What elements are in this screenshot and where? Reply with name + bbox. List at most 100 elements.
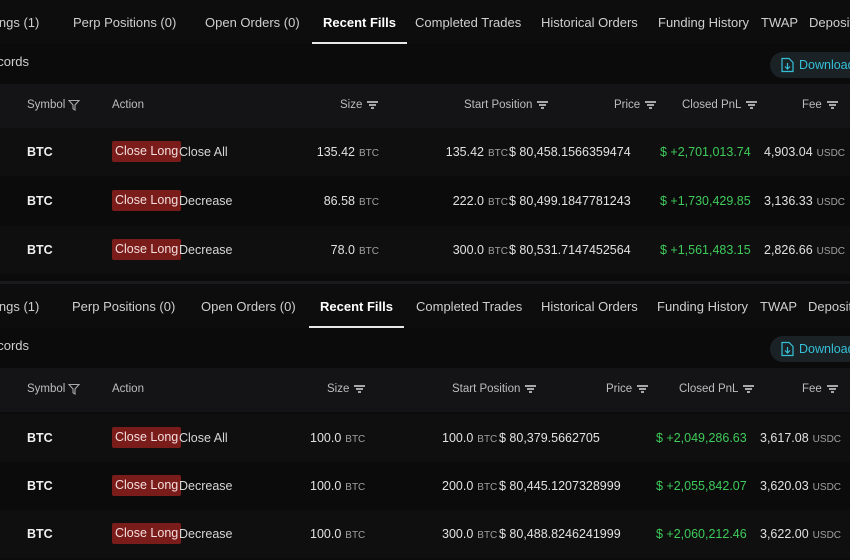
col-start-position-label: Start Position: [452, 383, 521, 395]
price-cell: $ 80,445.1207328999: [499, 479, 621, 493]
tab-bar: ings (1) Perp Positions (0) Open Orders …: [0, 0, 850, 44]
tab-perp-positions[interactable]: Perp Positions (0): [72, 284, 175, 328]
sort-icon[interactable]: [826, 384, 838, 393]
close-long-badge: Close Long: [112, 141, 182, 162]
size-value: 78.0: [330, 243, 355, 257]
sort-icon[interactable]: [645, 100, 657, 109]
tab-deposits[interactable]: Deposits: [808, 284, 850, 328]
size-value: 135.42: [316, 145, 355, 159]
col-price-label: Price: [606, 383, 633, 395]
start-unit: BTC: [488, 246, 508, 257]
fee-cell: 3,136.33 USDC: [764, 194, 845, 208]
sort-icon[interactable]: [743, 384, 755, 393]
size-cell: 135.42 BTC: [317, 145, 379, 159]
col-closed-pnl-label: Closed PnL: [682, 99, 742, 111]
records-label: ecords: [0, 54, 30, 69]
tab-twap[interactable]: TWAP: [760, 284, 797, 328]
start-position-cell: 200.0 BTC: [442, 479, 497, 493]
price-cell: $ 80,458.1566359474: [509, 145, 631, 159]
tab-recent-fills[interactable]: Recent Fills: [309, 284, 404, 328]
col-closed-pnl-label: Closed PnL: [679, 383, 739, 395]
col-start-position-label: Start Position: [464, 99, 533, 111]
sort-icon[interactable]: [826, 100, 838, 109]
tab-twap[interactable]: TWAP: [761, 0, 798, 44]
col-start-position[interactable]: Start Position: [452, 383, 537, 395]
close-long-badge: Close Long: [112, 523, 182, 544]
download-label: Download: [799, 342, 850, 356]
symbol-cell: BTC: [27, 243, 53, 257]
fee-value: 2,826.66: [764, 243, 813, 257]
sort-icon[interactable]: [637, 384, 649, 393]
tab-historical-orders[interactable]: Historical Orders: [541, 0, 638, 44]
col-size-label: Size: [327, 383, 350, 395]
start-unit: BTC: [477, 434, 498, 445]
tab-completed-trades[interactable]: Completed Trades: [415, 0, 521, 44]
col-fee-label: Fee: [802, 99, 822, 111]
col-fee[interactable]: Fee: [802, 99, 838, 111]
tab-completed-trades[interactable]: Completed Trades: [416, 284, 522, 328]
sort-icon[interactable]: [525, 384, 537, 393]
filter-icon[interactable]: [68, 99, 81, 112]
col-size-label: Size: [340, 99, 363, 111]
tab-holdings[interactable]: ings (1): [0, 284, 39, 328]
tab-deposits[interactable]: Deposits: [809, 0, 850, 44]
col-start-position[interactable]: Start Position: [464, 99, 549, 111]
col-symbol[interactable]: Symbol: [27, 383, 81, 396]
fee-unit: USDC: [816, 197, 846, 208]
filter-icon[interactable]: [68, 383, 81, 396]
sort-icon[interactable]: [537, 100, 549, 109]
action-cell: Decrease: [179, 479, 233, 493]
size-unit: BTC: [345, 482, 366, 493]
start-position-cell: 222.0 BTC: [453, 194, 508, 208]
start-unit: BTC: [477, 530, 498, 541]
closed-pnl-cell: $ +1,730,429.85: [660, 194, 751, 208]
table-row[interactable]: BTC Close Long Close All 135.42 BTC 135.4…: [0, 128, 850, 176]
tab-open-orders[interactable]: Open Orders (0): [205, 0, 300, 44]
tab-holdings[interactable]: ings (1): [0, 0, 39, 44]
table-row[interactable]: BTC Close Long Decrease 86.58 BTC 222.0 BT…: [0, 177, 850, 225]
start-value: 200.0: [442, 479, 474, 493]
col-price[interactable]: Price: [614, 99, 657, 111]
download-button[interactable]: Download: [770, 52, 850, 78]
col-price-label: Price: [614, 99, 641, 111]
table-row[interactable]: BTC Close Long Decrease 100.0 BTC 200.0 BT…: [0, 462, 850, 510]
symbol-cell: BTC: [27, 479, 53, 493]
fee-unit: USDC: [816, 148, 846, 159]
tab-funding-history[interactable]: Funding History: [658, 0, 749, 44]
fee-value: 4,903.04: [764, 145, 813, 159]
fills-panel-1: ings (1) Perp Positions (0) Open Orders …: [0, 0, 850, 282]
col-symbol-label: Symbol: [27, 99, 66, 112]
start-value: 300.0: [442, 527, 474, 541]
start-value: 135.42: [445, 145, 484, 159]
size-cell: 86.58 BTC: [324, 194, 379, 208]
table-row[interactable]: BTC Close Long Close All 100.0 BTC 100.0 B…: [0, 414, 850, 462]
tab-open-orders[interactable]: Open Orders (0): [201, 284, 296, 328]
action-cell: Decrease: [179, 527, 233, 541]
table-row[interactable]: BTC Close Long Decrease 100.0 BTC 300.0 BT…: [0, 510, 850, 558]
sort-icon[interactable]: [354, 384, 366, 393]
fee-value: 3,136.33: [764, 194, 813, 208]
table-row[interactable]: BTC Close Long Decrease 78.0 BTC 300.0 BTC…: [0, 226, 850, 274]
records-row: ecords Download: [0, 328, 850, 368]
col-closed-pnl[interactable]: Closed PnL: [679, 383, 755, 395]
sort-icon[interactable]: [746, 100, 758, 109]
fee-cell: 3,622.00 USDC: [760, 527, 841, 541]
download-button[interactable]: Download: [770, 336, 850, 362]
fee-unit: USDC: [816, 246, 846, 257]
col-symbol[interactable]: Symbol: [27, 99, 81, 112]
tab-bar: ings (1) Perp Positions (0) Open Orders …: [0, 284, 850, 328]
tab-historical-orders[interactable]: Historical Orders: [541, 284, 638, 328]
col-size[interactable]: Size: [340, 99, 379, 111]
col-closed-pnl[interactable]: Closed PnL: [682, 99, 758, 111]
start-value: 100.0: [442, 431, 474, 445]
tab-funding-history[interactable]: Funding History: [657, 284, 748, 328]
sort-icon[interactable]: [367, 100, 379, 109]
size-unit: BTC: [345, 530, 366, 541]
size-value: 100.0: [310, 479, 342, 493]
tab-recent-fills[interactable]: Recent Fills: [312, 0, 407, 44]
col-price[interactable]: Price: [606, 383, 649, 395]
tab-perp-positions[interactable]: Perp Positions (0): [73, 0, 176, 44]
col-size[interactable]: Size: [327, 383, 366, 395]
col-fee[interactable]: Fee: [802, 383, 838, 395]
start-position-cell: 100.0 BTC: [442, 431, 497, 445]
